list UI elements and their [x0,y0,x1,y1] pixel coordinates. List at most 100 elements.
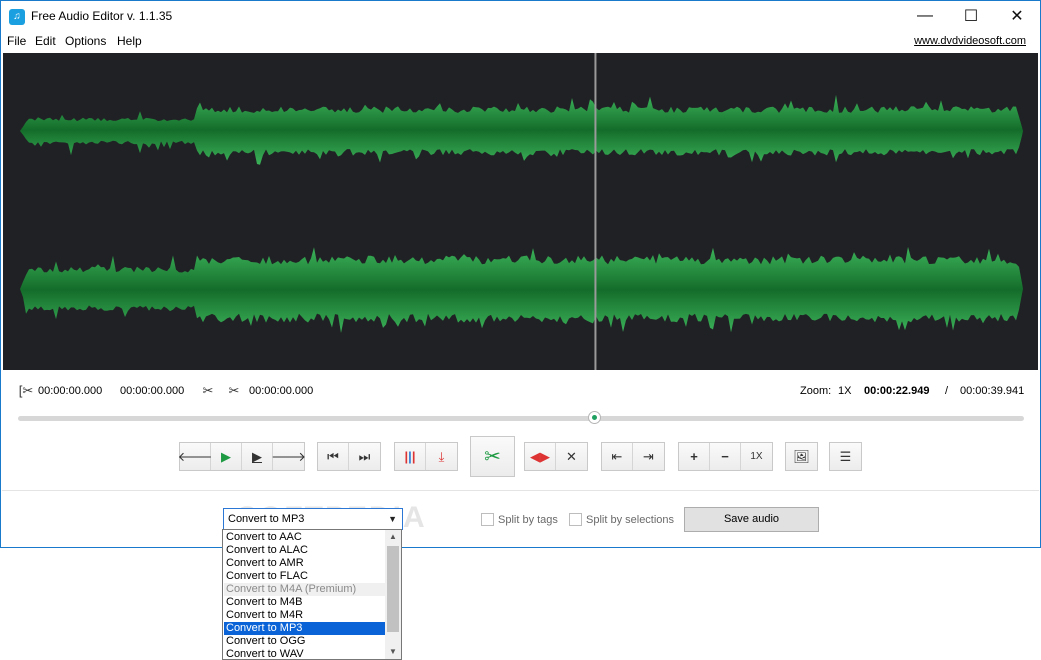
bar-left-icon: ⇤ [611,448,623,464]
edit-controls: ◀▶ ✕ [524,442,588,471]
settings-button[interactable]: ☰ [830,443,861,470]
delete-x-icon: ✕ [566,448,577,464]
format-option[interactable]: Convert to AMR [224,557,386,570]
go-to-selection-end-button[interactable]: ⇥ [633,443,664,470]
app-logo-icon: ♫ [9,9,25,25]
format-option[interactable]: Convert to AAC [224,531,386,544]
format-option[interactable]: Convert to WAV [224,648,386,660]
menu-help[interactable]: Help [117,34,142,48]
scissors-icon: ✂ [484,446,501,468]
zoom-in-button[interactable]: + [679,443,710,470]
total-time: 00:00:39.941 [960,385,1025,397]
waveform-channel-right [20,246,1023,333]
split-markers-button[interactable]: ||| [395,443,426,470]
arrow-right-icon: 🡒 [271,448,306,464]
format-option[interactable]: Convert to M4B [224,596,386,609]
marker-controls: ||| ⤓ [394,442,458,471]
seek-slider-thumb[interactable] [588,411,602,424]
skip-forward-icon: ⏭ [358,448,371,464]
selection-start-time: 00:00:00.000 [38,385,103,397]
window-title: Free Audio Editor v. 1.1.35 [31,9,173,23]
selection-end-time: 00:00:00.000 [120,385,185,397]
menu-bar: File Edit Options Help www.dvdvideosoft.… [1,31,1040,52]
close-button[interactable]: ✕ [994,1,1040,31]
app-root: ♫ Free Audio Editor v. 1.1.35 — ☐ ✕ File… [0,0,1041,660]
waveform-view[interactable] [3,53,1038,370]
bar-right-icon: ⇥ [643,448,654,464]
format-option[interactable]: Convert to MP3 [224,622,386,635]
zoom-reset-label: 1X [750,451,763,462]
play-icon: ▶ [221,448,231,464]
play-button[interactable]: ▶ [211,443,242,470]
seek-slider-track[interactable] [18,416,1024,421]
menu-edit[interactable]: Edit [35,34,56,48]
bars-icon: ||| [404,449,416,464]
current-time: 00:00:22.949 [864,385,930,397]
skip-back-icon: ⏮ [327,448,339,464]
selection-end-icon: ✂ [202,383,214,398]
move-selection-button[interactable]: ◀▶ [525,443,556,470]
split-by-tags-checkbox[interactable] [481,513,494,526]
zoom-reset-button[interactable]: 1X [741,443,772,470]
selection-length-icon: ✂ [228,383,240,398]
split-by-tags-label: Split by tags [498,514,558,526]
time-separator: / [945,385,949,397]
waveform-channel-left [20,94,1023,165]
maximize-button[interactable]: ☐ [948,1,994,31]
zoom-controls: + − 1X [678,442,773,471]
minus-icon: − [721,449,729,464]
step-forward-button[interactable]: 🡒 [271,443,306,470]
insert-marker-button[interactable]: ⤓ [426,443,457,470]
skip-to-end-button[interactable]: ⏭ [349,443,380,470]
waveform-canvas[interactable] [3,53,1038,370]
selection-start-icon: [✂ [18,383,34,398]
go-to-selection-start-button[interactable]: ⇤ [602,443,633,470]
plus-icon: + [690,449,698,464]
move-arrows-icon: ◀▶ [530,448,550,464]
website-link[interactable]: www.dvdvideosoft.com [914,35,1026,47]
image-control: 🖼 [785,442,818,471]
cut-button[interactable]: ✂ [470,436,515,477]
selection-duration: 00:00:00.000 [249,385,314,397]
delete-selection-button[interactable]: ✕ [556,443,587,470]
timeline-readout: [✂ 00:00:00.000 00:00:00.000 ✂ ✂ 00:00:0… [1,379,1040,403]
format-dropdown-list: Convert to AAC Convert to ALAC Convert to … [222,529,402,660]
format-select-value: Convert to MP3 [228,513,305,525]
playback-controls: 🡐 ▶ ▶ 🡒 [177,442,306,471]
section-divider [2,490,1039,491]
skip-to-start-button[interactable]: ⏮ [318,443,349,470]
format-option[interactable]: Convert to M4R [224,609,386,622]
save-audio-button[interactable]: Save audio [684,507,819,532]
image-icon: 🖼 [793,448,810,464]
format-select[interactable]: Convert to MP3 ▼ [223,508,403,530]
format-option: Convert to M4A (Premium) [224,583,386,596]
step-back-button[interactable]: 🡐 [177,443,213,470]
menu-options[interactable]: Options [65,34,106,48]
sliders-icon: ☰ [839,448,852,464]
settings-control: ☰ [829,442,862,471]
split-by-selections-label: Split by selections [586,514,675,526]
menu-file[interactable]: File [7,34,26,48]
cover-image-button[interactable]: 🖼 [786,443,817,470]
scroll-down-icon[interactable]: ▼ [385,645,401,659]
scroll-up-icon[interactable]: ▲ [385,530,401,544]
zoom-out-button[interactable]: − [710,443,741,470]
dropdown-scrollbar[interactable]: ▲ ▼ [385,530,401,659]
scrollbar-thumb[interactable] [387,546,399,632]
download-arrow-icon: ⤓ [438,448,445,464]
format-option[interactable]: Convert to OGG [224,635,386,648]
zoom-value: 1X [838,385,852,397]
seek-controls: ⏮ ⏭ [317,442,381,471]
arrow-left-icon: 🡐 [177,448,213,464]
chevron-down-icon: ▼ [388,514,397,524]
title-bar: ♫ Free Audio Editor v. 1.1.35 — ☐ ✕ [1,1,1040,31]
main-window: ♫ Free Audio Editor v. 1.1.35 — ☐ ✕ File… [0,0,1041,548]
format-option[interactable]: Convert to FLAC [224,570,386,583]
play-selection-button[interactable]: ▶ [242,443,273,470]
split-by-selections-checkbox[interactable] [569,513,582,526]
format-option[interactable]: Convert to ALAC [224,544,386,557]
selection-bounds-controls: ⇤ ⇥ [601,442,665,471]
minimize-button[interactable]: — [902,1,948,31]
play-selection-icon: ▶ [252,448,262,464]
zoom-label: Zoom: [800,385,832,397]
